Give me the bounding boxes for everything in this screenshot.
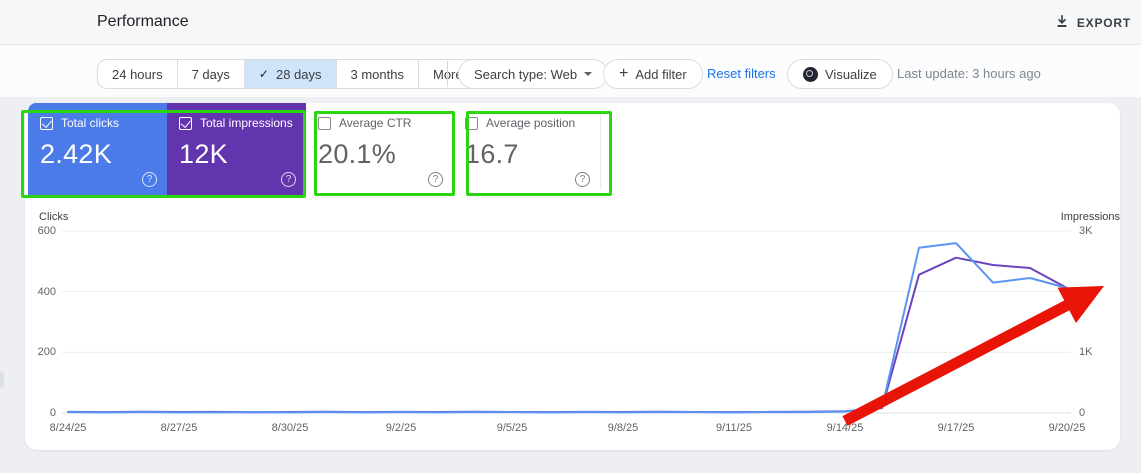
highlight-box xyxy=(466,111,612,196)
total-clicks-line xyxy=(67,242,1068,414)
chart-canvas[interactable] xyxy=(0,0,1141,473)
highlight-box xyxy=(21,110,306,198)
search-console-performance-page: Performance EXPORT 24 hours 7 days ✓ 28 day… xyxy=(0,0,1141,473)
total-impressions-line xyxy=(67,256,1068,414)
highlight-box xyxy=(314,111,455,196)
